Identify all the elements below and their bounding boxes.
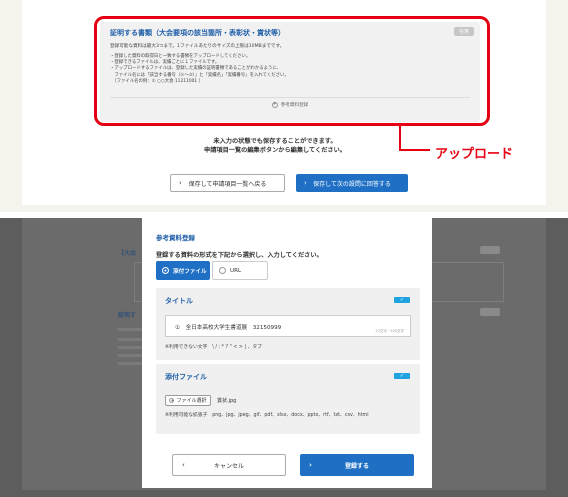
save-and-return-button[interactable]: ‹ 保存して申請項目一覧へ戻る — [170, 174, 285, 192]
radio-url-label: URL — [230, 267, 242, 274]
chevron-left-icon: ‹ — [179, 179, 182, 187]
selected-file-name: 賞状.jpg — [217, 398, 237, 404]
title-input[interactable]: ① 全日本高校大学生書道展 32150999 23文字／100文字 — [165, 315, 411, 337]
save-message: 未入力の状態でも保存することができます。 申請項目一覧の編集ボタンから編集してく… — [150, 137, 400, 155]
title-section-label: タイトル — [165, 297, 193, 305]
modal-instruction: 登録する資料の形式を下記から選択し、入力してください。 — [156, 252, 323, 259]
upload-instruction-panel: 証明する書類（大会要項の該当箇所・表彰状・賞状等） 任意 登録可能な資料は最大3… — [0, 0, 568, 212]
attachment-section: 添付ファイル ✓ + ファイル選択 賞状.jpg ※利用可能な拡張子 png、j… — [156, 364, 420, 434]
check-icon: ✓ — [394, 297, 410, 303]
forbidden-characters-note: ※利用できない文字 \ / : * ? " < > | 、タブ — [165, 345, 262, 350]
radio-attachment-label: 添付ファイル — [173, 268, 207, 275]
radio-url[interactable]: URL — [212, 261, 268, 280]
modal-title: 参考資料登録 — [156, 234, 195, 242]
radio-attachment[interactable]: 添付ファイル — [156, 261, 210, 280]
chevron-left-icon: ‹ — [182, 461, 185, 469]
allowed-extensions-note: ※利用可能な拡張子 png、jpg、jpeg、gif、pdf、xlsx、docx… — [165, 413, 369, 418]
character-counter: 23文字／100文字 — [375, 329, 404, 333]
save-and-next-button[interactable]: › 保存して次の設問に回答する — [296, 174, 408, 192]
upload-callout-label: アップロード — [435, 147, 514, 162]
cancel-label: キャンセル — [213, 462, 244, 470]
save-message-line: 申請項目一覧の編集ボタンから編集してください。 — [204, 147, 346, 154]
highlight-frame — [94, 16, 490, 126]
title-section: タイトル ✓ ① 全日本高校大学生書道展 32150999 23文字／100文字… — [156, 288, 420, 360]
title-input-value: ① 全日本高校大学生書道展 32150999 — [175, 325, 282, 331]
reference-register-modal: 参考資料登録 登録する資料の形式を下記から選択し、入力してください。 添付ファイ… — [142, 218, 432, 488]
radio-unselected-icon — [219, 267, 226, 274]
file-select-label: ファイル選択 — [176, 398, 207, 404]
radio-selected-icon — [162, 267, 169, 274]
plus-circle-icon: + — [169, 398, 175, 403]
modal-overlay: 【大会 証明す 参考資料登録 登録する資料の形式を下記から選択し、入力してくださ… — [0, 218, 568, 497]
dimmed-badge — [480, 308, 500, 316]
check-icon: ✓ — [394, 373, 410, 379]
chevron-right-icon: › — [309, 461, 312, 469]
register-label: 登録する — [344, 462, 369, 470]
dimmed-badge — [480, 246, 500, 254]
save-and-next-label: 保存して次の設問に回答する — [313, 180, 391, 188]
chevron-right-icon: › — [304, 179, 307, 187]
callout-connector-line — [399, 126, 430, 151]
attachment-section-label: 添付ファイル — [165, 373, 207, 381]
dimmed-section-title: 証明す — [118, 312, 137, 319]
save-and-return-label: 保存して申請項目一覧へ戻る — [188, 180, 267, 188]
dimmed-section-title: 【大会 — [118, 250, 137, 257]
cancel-button[interactable]: ‹ キャンセル — [172, 454, 286, 476]
register-button[interactable]: › 登録する — [300, 454, 414, 476]
save-message-line: 未入力の状態でも保存することができます。 — [213, 138, 337, 145]
file-select-button[interactable]: + ファイル選択 — [165, 395, 211, 406]
